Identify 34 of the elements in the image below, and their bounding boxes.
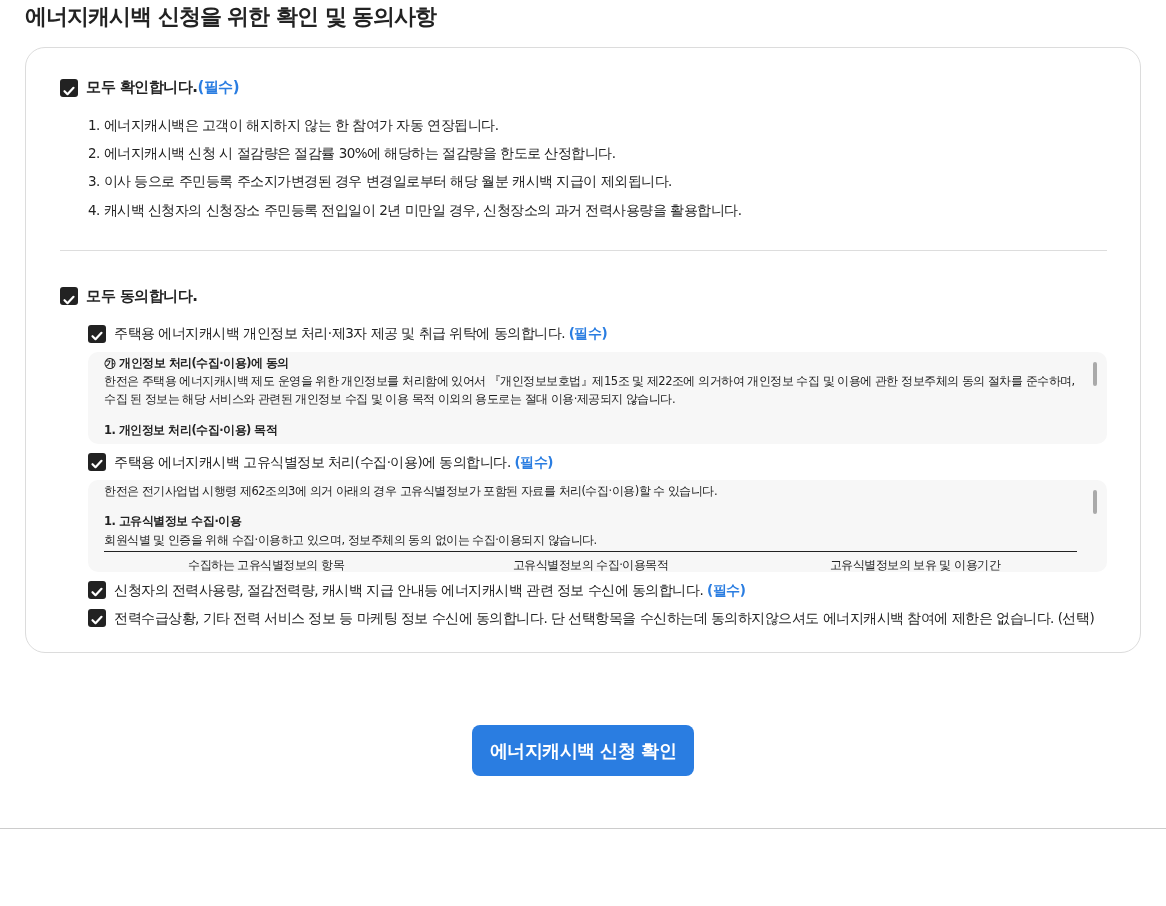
- required-tag: (필수): [707, 581, 746, 598]
- required-tag: (필수): [197, 78, 240, 97]
- notice-text: 1. 에너지캐시백은 고객이 해지하지 않는 한 참여가 자동 연장됩니다.: [88, 115, 500, 135]
- notice-text: 2. 에너지캐시백 신청 시 절감량은 절감률 30%에 해당하는 절감량을 한도로 산정합니다.: [88, 144, 617, 164]
- terms-paragraph: 한전은 전기사업법 시행령 제62조의3에 의거 아래의 경우 고유식별정보가 포함된 자료를 처리(수집·이용)할 수 있습니다.: [104, 482, 719, 500]
- checkbox-label: 주택용 에너지캐시백 개인정보 처리·제3자 제공 및 취급 위탁에 동의합니다. (필수): [114, 324, 608, 344]
- page-title: 에너지캐시백 신청을 위한 확인 및 동의사항: [25, 4, 438, 31]
- scrollbar-thumb[interactable]: [1093, 489, 1097, 514]
- table-header-cell-text: 고유식별정보의 수집·이용목적: [511, 557, 670, 572]
- notice-text: 3. 이사 등으로 주민등록 주소지가변경된 경우 변경일로부터 해당 월분 캐시백 지급이 제외됩니다.: [88, 172, 673, 192]
- checkbox[interactable]: [88, 324, 106, 343]
- optional-tag: (선택): [1057, 610, 1095, 627]
- scrollbar-thumb[interactable]: [1093, 361, 1097, 386]
- terms-heading: 1. 고유식별정보 수집·이용: [104, 513, 243, 531]
- required-tag: (필수): [514, 453, 553, 470]
- checkbox[interactable]: [60, 78, 78, 97]
- notice-text: 4. 캐시백 신청자의 신청장소 주민등록 전입일이 2년 미만일 경우, 신청장소의 과거 전력사용량을 활용합니다.: [88, 200, 743, 220]
- terms-paragraph: 한전은 주택용 에너지캐시백 제도 운영을 위한 개인정보를 처리함에 있어서 『개인정보보호법』제15조 및 제22조에 의거하여 개인정보 수집 및 이용에 관한 정보주체의 동의 절차를 준수하며, 수집 된 정보는 해당 서비스와 관련된 개인정보 수집 및 이용 목적 이외의 용도로는 절대 이용·제공되지 않습니다.: [104, 373, 1076, 409]
- terms-heading: 1. 개인정보 처리(수집·이용) 목적: [104, 421, 279, 439]
- checkbox-label: 모두 확인합니다.(필수): [86, 77, 240, 99]
- checkbox[interactable]: [60, 287, 78, 306]
- table-header-cell-text: 고유식별정보의 보유 및 이용기간: [828, 557, 1002, 572]
- required-tag: (필수): [568, 325, 608, 342]
- checkbox-label: 모두 동의합니다.: [86, 285, 198, 307]
- terms-heading: ㉮ 개인정보 처리(수집·이용)에 동의: [104, 354, 290, 372]
- checkbox-label: 신청자의 전력사용량, 절감전력량, 캐시백 지급 안내등 에너지캐시백 관련 정보 수신에 동의합니다. (필수): [114, 580, 746, 600]
- checkbox[interactable]: [88, 609, 106, 628]
- checkbox-label: 주택용 에너지캐시백 고유식별정보 처리(수집·이용)에 동의합니다. (필수): [114, 452, 553, 472]
- checkbox[interactable]: [88, 452, 106, 471]
- checkbox[interactable]: [88, 581, 106, 599]
- checkbox-label: 전력수급상황, 기타 전력 서비스 정보 등 마케팅 정보 수신에 동의합니다. 단 선택항목을 수신하는데 동의하지않으셔도 에너지캐시백 참여에 제한은 없습니다. (선택): [114, 609, 1095, 629]
- terms-note: 회원식별 및 인증을 위해 수집·이용하고 있으며, 정보주체의 동의 없이는 수집·이용되지 않습니다.: [104, 531, 598, 549]
- submit-button[interactable]: 에너지캐시백 신청 확인: [471, 725, 695, 777]
- table-header-cell-text: 수집하는 고유식별정보의 항목: [187, 557, 346, 572]
